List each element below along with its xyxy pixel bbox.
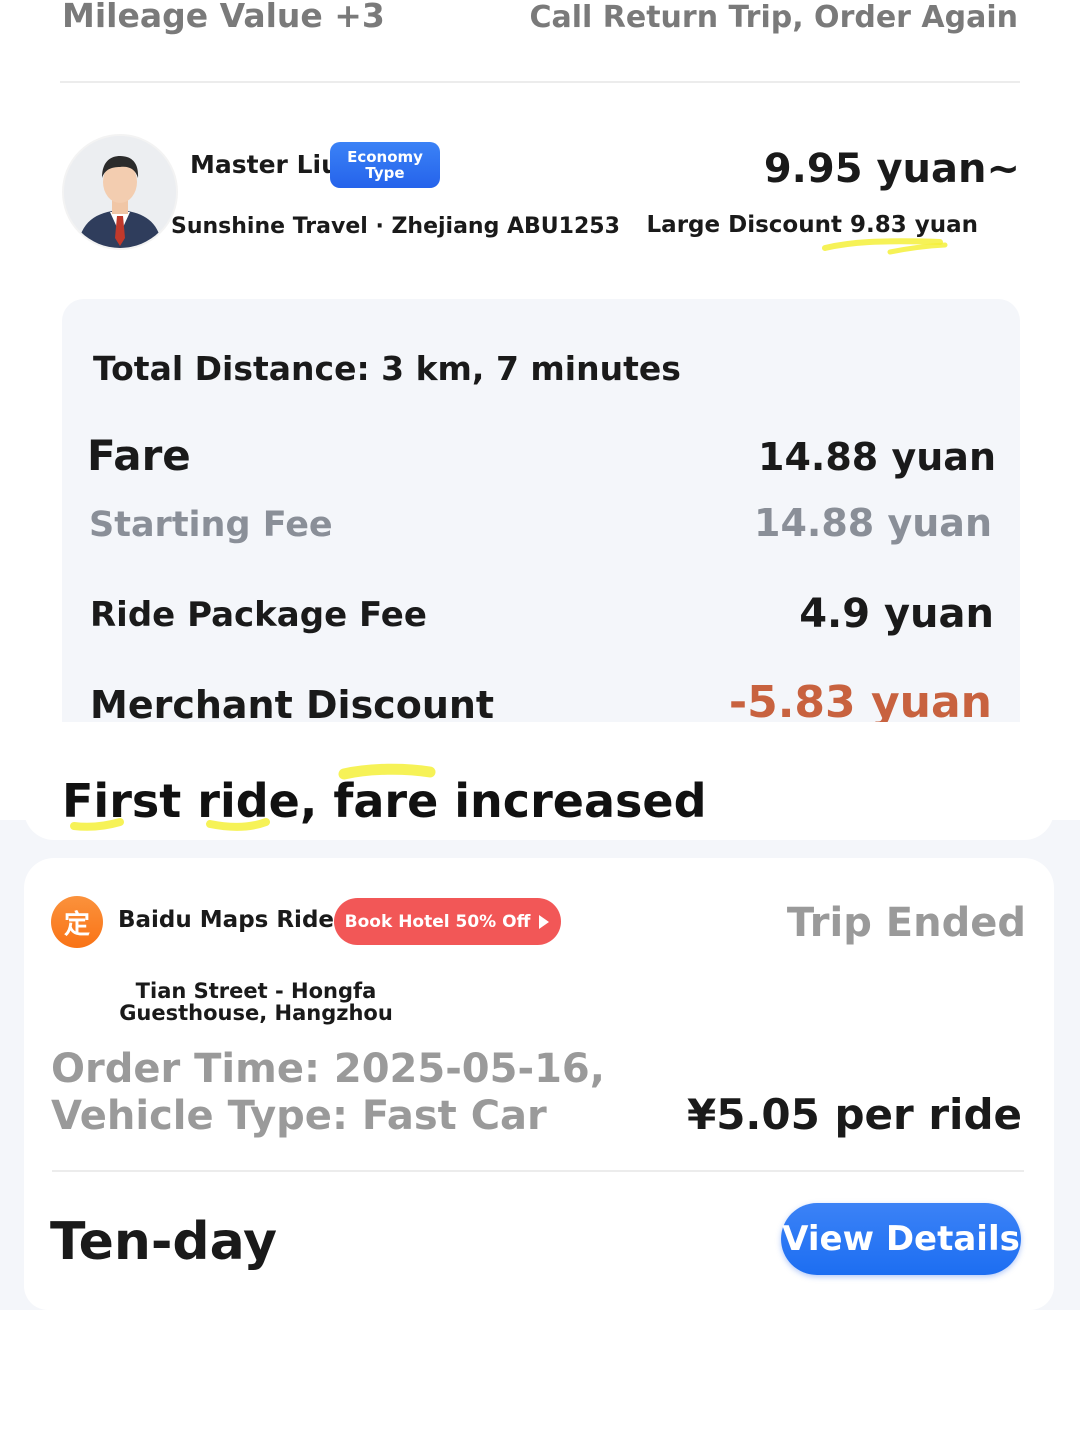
merchant-discount-label: Merchant Discount xyxy=(90,683,495,727)
car-type-badge: Economy Type xyxy=(330,142,440,188)
promo-label: Book Hotel 50% Off xyxy=(344,911,531,932)
trip-status: Trip Ended xyxy=(786,900,1026,946)
fare-breakdown-card: Total Distance: 3 km, 7 minutes Fare 14.… xyxy=(62,299,1020,728)
package-fee-value: 4.9 yuan xyxy=(799,591,994,637)
order-time: Order Time: 2025-05-16, xyxy=(51,1046,605,1092)
driver-avatar xyxy=(62,134,178,250)
vehicle-type: Vehicle Type: Fast Car xyxy=(51,1093,547,1139)
order-meta: Order Time: 2025-05-16, Vehicle Type: Fa… xyxy=(51,1046,605,1140)
hotel-promo-button[interactable]: Book Hotel 50% Off xyxy=(334,898,561,945)
banner-text: First ride, fare increased xyxy=(62,774,707,828)
service-name: Baidu Maps Ride xyxy=(118,907,335,933)
driver-name: Master Liu xyxy=(190,150,339,179)
play-arrow-icon xyxy=(539,914,550,929)
view-details-button[interactable]: View Details xyxy=(781,1203,1021,1275)
order-divider xyxy=(52,1170,1024,1172)
baidu-ride-logo-icon: 定 xyxy=(51,896,103,948)
trip-address: Tian Street - Hongfa Guesthouse, Hangzho… xyxy=(119,979,393,1025)
fare-value: 14.88 yuan xyxy=(758,435,996,479)
total-distance-text: Total Distance: 3 km, 7 minutes xyxy=(93,349,681,388)
plan-name: Ten-day xyxy=(50,1212,278,1272)
merchant-discount-value: -5.83 yuan xyxy=(728,677,992,728)
fare-label: Fare xyxy=(87,431,191,480)
starting-fee-value: 14.88 yuan xyxy=(754,501,992,545)
person-icon xyxy=(64,136,176,248)
estimated-price: 9.95 yuan~ xyxy=(763,146,1020,192)
starting-fee-label: Starting Fee xyxy=(89,505,333,545)
mileage-value-link[interactable]: Mileage Value +3 xyxy=(62,0,385,35)
highlighter-mark xyxy=(822,238,948,255)
package-fee-label: Ride Package Fee xyxy=(90,595,427,635)
company-plate: Sunshine Travel · Zhejiang ABU1253 xyxy=(171,214,620,239)
return-trip-link[interactable]: Call Return Trip, Order Again xyxy=(529,0,1018,35)
top-divider xyxy=(60,81,1020,83)
price-per-ride: ¥5.05 per ride xyxy=(686,1090,1022,1139)
